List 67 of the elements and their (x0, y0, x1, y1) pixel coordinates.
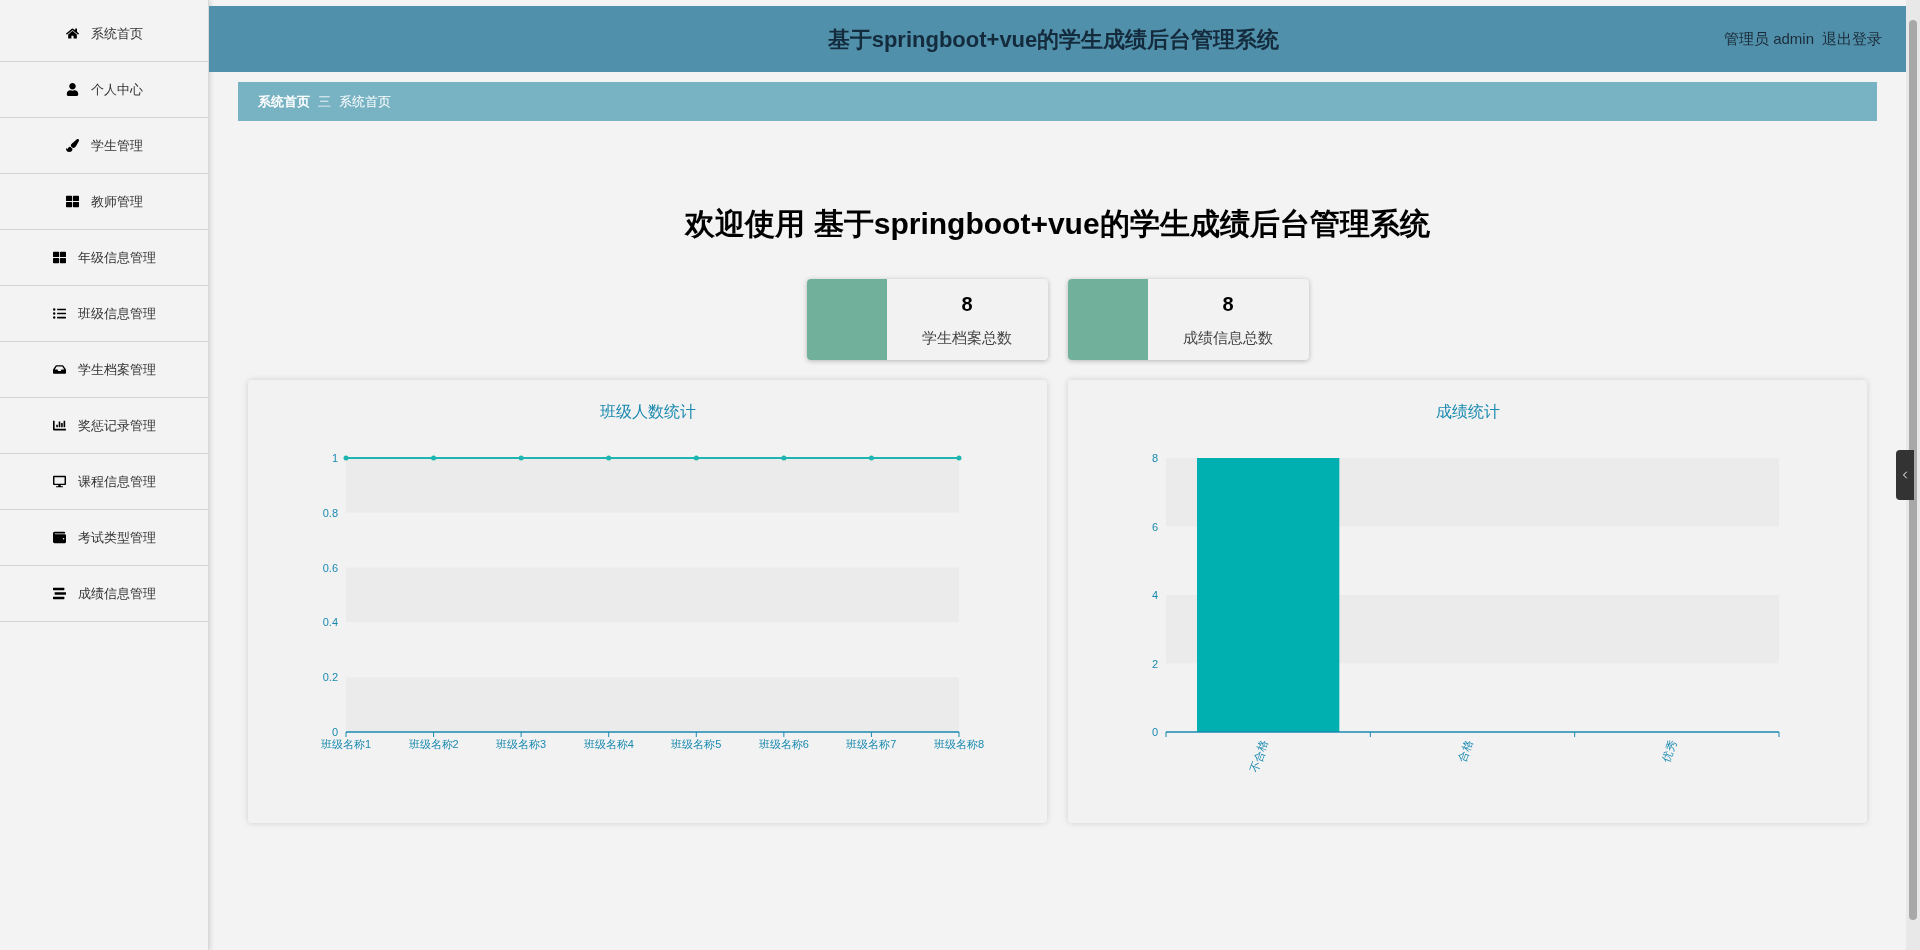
axis-label: 班级名称3 (496, 738, 547, 750)
axis-label: 优秀 (1659, 738, 1679, 764)
tray-icon (52, 363, 66, 376)
sidebar-item[interactable]: 教师管理 (0, 174, 208, 230)
axis-label: 0 (1151, 726, 1158, 738)
sidebar-label: 系统首页 (90, 24, 143, 43)
sidebar-label: 教师管理 (90, 192, 143, 211)
grid-icon (65, 195, 79, 208)
sidebar-item[interactable]: 班级信息管理 (0, 286, 208, 342)
sidebar-label: 个人中心 (90, 80, 143, 99)
breadcrumb-separator: 三 (318, 92, 331, 111)
sidebar-label: 学生档案管理 (77, 360, 156, 379)
stat-value: 8 (961, 292, 973, 318)
home-icon (65, 27, 79, 40)
wallet-icon (52, 531, 66, 544)
sidebar-label: 奖惩记录管理 (77, 416, 156, 435)
bar-chart-icon (52, 419, 66, 432)
sidebar-item[interactable]: 课程信息管理 (0, 454, 208, 510)
sidebar-item[interactable]: 成绩信息管理 (0, 566, 208, 622)
axis-label: 班级名称6 (758, 738, 809, 750)
axis-label: 合格 (1455, 738, 1475, 764)
chart-title: 班级人数统计 (599, 402, 696, 422)
sidebar-label: 成绩信息管理 (77, 584, 156, 603)
sidebar-item[interactable]: 学生管理 (0, 118, 208, 174)
monitor-icon (52, 475, 66, 488)
sidebar-item[interactable]: 奖惩记录管理 (0, 398, 208, 454)
axis-label: 6 (1151, 520, 1158, 533)
sidebar-item[interactable]: 个人中心 (0, 62, 208, 118)
axis-label: 班级名称2 (408, 738, 459, 750)
welcome-title: 欢迎使用 基于springboot+vue的学生成绩后台管理系统 (683, 206, 1431, 242)
header-title: 基于springboot+vue的学生成绩后台管理系统 (826, 25, 1281, 54)
axis-label: 4 (1151, 589, 1158, 601)
sidebar-label: 考试类型管理 (77, 528, 156, 547)
logout-link[interactable]: 退出登录 (1822, 27, 1882, 51)
sidebar-item[interactable]: 考试类型管理 (0, 510, 208, 566)
axis-label: 0.2 (322, 671, 338, 684)
sidebar-label: 班级信息管理 (77, 304, 156, 323)
stat-value: 8 (1222, 292, 1234, 318)
sidebar-label: 年级信息管理 (77, 248, 156, 267)
axis-label: 班级名称4 (583, 738, 634, 750)
sidebar-item[interactable]: 年级信息管理 (0, 230, 208, 286)
sidebar-item[interactable]: 学生档案管理 (0, 342, 208, 398)
axis-label: 0 (331, 726, 338, 738)
axis-label: 班级名称7 (846, 738, 897, 750)
sidebar-label: 学生管理 (90, 136, 143, 155)
list-icon (52, 307, 66, 320)
axis-label: 班级名称8 (933, 738, 985, 750)
list-icon (52, 587, 66, 600)
axis-label: 2 (1151, 657, 1158, 670)
axis-label: 1 (331, 452, 338, 464)
axis-label: 班级名称1 (320, 738, 372, 750)
sidebar-item[interactable]: 系统首页 (0, 6, 208, 62)
grid-icon (52, 251, 66, 264)
stat-label: 成绩信息总数 (1183, 328, 1273, 349)
axis-label: 0.8 (322, 506, 338, 519)
axis-label: 0.4 (322, 616, 338, 629)
axis-label: 不合格 (1247, 738, 1271, 774)
axis-label: 0.6 (322, 561, 338, 574)
chart-title: 成绩统计 (1435, 402, 1500, 422)
axis-label: 8 (1151, 452, 1158, 464)
brush-icon (65, 139, 79, 152)
axis-label: 班级名称5 (671, 738, 722, 750)
user-label: 管理员 admin (1723, 28, 1814, 49)
stat-label: 学生档案总数 (922, 328, 1012, 349)
sidebar-label: 课程信息管理 (77, 472, 156, 491)
scrollbar[interactable] (1906, 0, 1920, 950)
user-icon (65, 83, 79, 96)
